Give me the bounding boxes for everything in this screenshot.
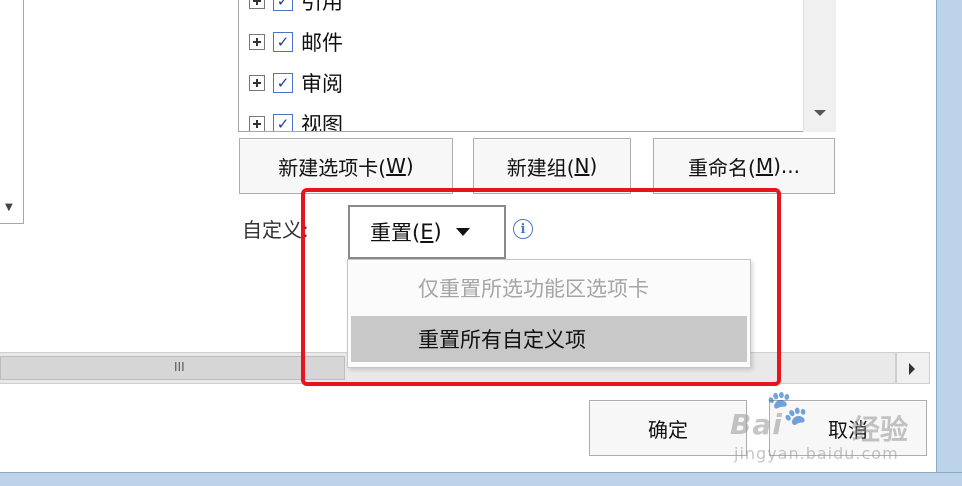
tree-item-mailings[interactable]: ✓ 邮件 [249, 26, 343, 58]
ribbon-tabs-tree[interactable]: ✓ 引用 ✓ 邮件 ✓ 审阅 ✓ 视图 [238, 0, 836, 132]
scroll-right-button[interactable] [896, 352, 930, 384]
expand-icon[interactable] [249, 116, 265, 131]
tree-item-review[interactable]: ✓ 审阅 [249, 67, 343, 99]
reset-hotkey: E [420, 220, 434, 244]
tree-item-checkbox[interactable]: ✓ [273, 0, 293, 11]
reset-label-end: ) [433, 220, 442, 244]
left-command-list[interactable]: ▼ [0, 0, 24, 224]
tree-item-checkbox[interactable]: ✓ [273, 73, 293, 93]
new-group-hotkey: N [574, 154, 590, 178]
expand-icon[interactable] [249, 34, 265, 50]
arrow-right-icon [909, 363, 915, 375]
window-bottom-edge [0, 472, 962, 486]
reset-dropdown-button[interactable]: 重置(E) [348, 205, 506, 259]
scroll-grip-icon: III [174, 360, 185, 374]
tree-item-view[interactable]: ✓ 视图 [249, 108, 343, 132]
new-tab-label: 新建选项卡( [278, 155, 387, 180]
reset-dropdown-menu: 仅重置所选功能区选项卡 重置所有自定义项 [347, 259, 751, 368]
info-icon[interactable]: i [513, 219, 533, 239]
caret-down-icon [455, 228, 470, 236]
reset-label: 重置( [370, 221, 421, 245]
ok-button[interactable]: 确定 [589, 400, 747, 456]
menu-item-reset-all-customizations[interactable]: 重置所有自定义项 [351, 316, 747, 362]
rename-hotkey: M [755, 154, 774, 178]
cancel-button[interactable]: 取消 [769, 400, 927, 456]
window-right-edge [936, 0, 962, 486]
customize-label: 自定义: [242, 218, 309, 242]
new-group-label-end: ) [589, 154, 598, 178]
expand-icon[interactable] [249, 0, 265, 9]
new-tab-label-end: ) [405, 154, 414, 178]
scroll-down-arrow-icon[interactable]: ▼ [5, 202, 13, 213]
tree-item-label: 邮件 [301, 31, 343, 55]
tree-vertical-scrollbar[interactable] [803, 0, 836, 132]
tree-item-label: 视图 [301, 113, 343, 132]
tree-item-checkbox[interactable]: ✓ [273, 32, 293, 52]
tree-item-checkbox[interactable]: ✓ [273, 114, 293, 131]
scroll-down-arrow-icon[interactable] [814, 110, 826, 116]
horizontal-scroll-thumb[interactable] [0, 356, 345, 380]
rename-label: 重命名( [688, 155, 756, 180]
rename-button[interactable]: 重命名(M)... [653, 138, 835, 194]
tree-item-references[interactable]: ✓ 引用 [249, 0, 343, 17]
tree-item-label: 引用 [301, 0, 343, 14]
new-tab-hotkey: W [386, 154, 406, 178]
new-group-button[interactable]: 新建组(N) [473, 138, 631, 194]
menu-item-reset-selected-tab[interactable]: 仅重置所选功能区选项卡 [348, 260, 750, 316]
rename-label-end: )... [773, 154, 800, 178]
expand-icon[interactable] [249, 75, 265, 91]
tree-item-label: 审阅 [301, 72, 343, 96]
new-tab-button[interactable]: 新建选项卡(W) [239, 138, 453, 194]
new-group-label: 新建组( [506, 155, 575, 180]
